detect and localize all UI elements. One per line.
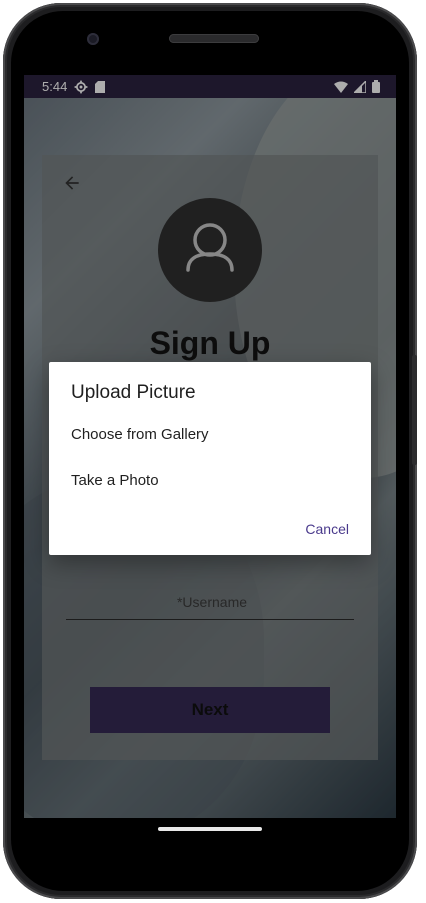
cancel-button[interactable]: Cancel xyxy=(305,521,349,537)
earpiece-speaker xyxy=(169,34,259,43)
dialog-title: Upload Picture xyxy=(71,382,196,403)
front-camera xyxy=(87,33,99,45)
navigation-bar xyxy=(24,818,396,848)
home-indicator[interactable] xyxy=(158,827,262,831)
choose-from-gallery-option[interactable]: Choose from Gallery xyxy=(71,426,209,443)
screen: Sign Up Next 5:44 xyxy=(24,75,396,818)
take-a-photo-option[interactable]: Take a Photo xyxy=(71,472,159,489)
upload-picture-dialog: Upload Picture Choose from Gallery Take … xyxy=(49,362,371,555)
power-button xyxy=(412,355,417,465)
